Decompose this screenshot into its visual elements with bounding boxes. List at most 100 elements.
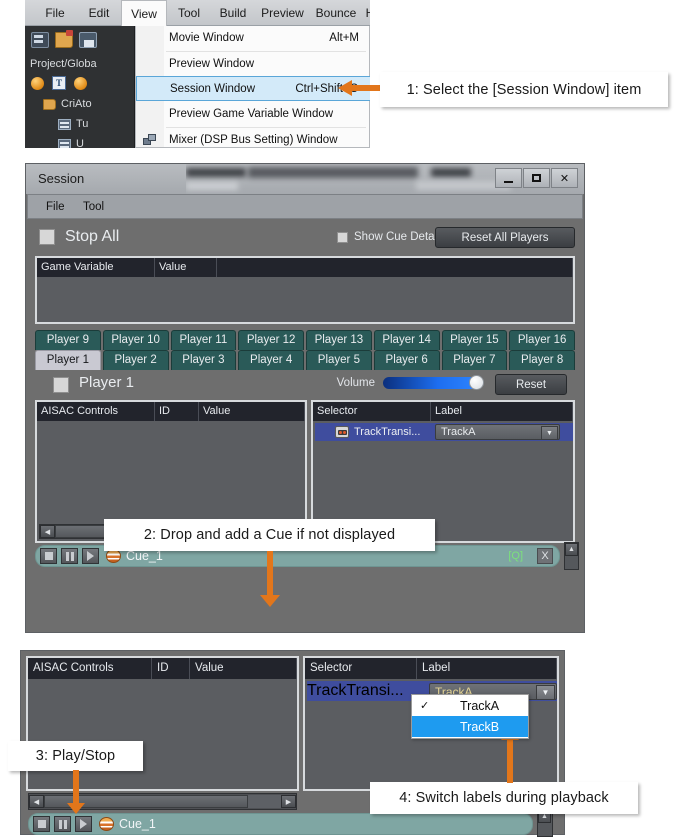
view-dropdown-menu[interactable]: Movie Window Alt+M Preview Window Sessio…: [135, 26, 370, 148]
menu-item-label: Preview Game Variable Window: [169, 108, 334, 120]
tab-player-12[interactable]: Player 12: [238, 330, 304, 350]
tab-player-16[interactable]: Player 16: [509, 330, 575, 350]
menu-build[interactable]: Build: [211, 0, 255, 26]
session-menu-file[interactable]: File: [46, 195, 65, 220]
editor-menubar[interactable]: File Edit View Tool Build Preview Bounce…: [25, 0, 370, 27]
open-folder-icon[interactable]: [55, 30, 73, 48]
label-dropdown-list[interactable]: ✓ TrackA TrackB: [411, 694, 529, 739]
menu-bounce[interactable]: Bounce: [310, 0, 362, 26]
menu-item-preview-game-variable-window[interactable]: Preview Game Variable Window: [136, 102, 370, 127]
chevron-down-icon[interactable]: ▼: [536, 685, 555, 700]
stop-all-control[interactable]: Stop All: [39, 228, 119, 246]
stop-all-checkbox[interactable]: [39, 229, 55, 245]
menu-item-movie-window[interactable]: Movie Window Alt+M: [136, 26, 370, 51]
column-value: Value: [190, 658, 297, 679]
menu-item-preview-window[interactable]: Preview Window: [136, 52, 370, 77]
selector-name: TrackTransi...: [307, 682, 404, 699]
table-row[interactable]: TrackTransi... TrackA ▼: [315, 423, 573, 441]
orange-sphere-icon-2[interactable]: [74, 76, 87, 90]
tree-item-u[interactable]: U: [58, 138, 84, 148]
scroll-up-icon[interactable]: ▲: [565, 543, 578, 556]
tab-player-15[interactable]: Player 15: [441, 330, 508, 350]
tab-player-5[interactable]: Player 5: [306, 350, 372, 370]
pause-button[interactable]: [54, 816, 71, 832]
scroll-right-icon[interactable]: ▶: [281, 795, 296, 808]
menu-tool[interactable]: Tool: [167, 0, 211, 26]
scroll-left-icon[interactable]: ◀: [40, 525, 55, 538]
session-toolbar: Stop All Show Cue Detail Reset All Playe…: [27, 221, 583, 254]
orange-sphere-icon[interactable]: [31, 76, 44, 90]
grid-icon: [58, 118, 71, 130]
game-variable-table[interactable]: Game Variable Value: [35, 256, 575, 324]
tab-player-9[interactable]: Player 9: [35, 330, 101, 350]
volume-slider-knob[interactable]: [469, 375, 484, 390]
callout-3-text: 3: Play/Stop: [35, 748, 116, 764]
volume-label: Volume: [336, 377, 375, 389]
player-tabs[interactable]: Player 9 Player 10 Player 11 Player 12 P…: [35, 330, 575, 370]
check-icon: ✓: [420, 700, 430, 712]
window-controls[interactable]: ✕: [495, 168, 578, 188]
aisac-table-header: AISAC Controls ID Value: [37, 402, 305, 421]
maximize-icon[interactable]: [523, 168, 550, 188]
dropdown-option-trackb[interactable]: TrackB: [412, 716, 528, 737]
tab-player-2[interactable]: Player 2: [102, 350, 169, 370]
close-icon[interactable]: ✕: [551, 168, 578, 188]
tab-player-4[interactable]: Player 4: [238, 350, 304, 370]
tab-player-14[interactable]: Player 14: [373, 330, 440, 350]
chevron-down-icon[interactable]: ▼: [541, 426, 558, 440]
tree-item-tu[interactable]: Tu: [58, 118, 88, 130]
menu-item-shortcut: Alt+M: [329, 32, 359, 44]
editor-icon-row[interactable]: T: [31, 76, 87, 90]
new-project-icon[interactable]: [31, 32, 49, 48]
cue-list-vertical-scrollbar[interactable]: ▲: [564, 542, 579, 570]
tab-player-10[interactable]: Player 10: [102, 330, 169, 350]
session-menu-tool[interactable]: Tool: [83, 195, 104, 220]
menu-view[interactable]: View: [121, 0, 167, 27]
show-cue-detail-control[interactable]: Show Cue Detail: [337, 231, 440, 243]
player-tabs-row-lower[interactable]: Player 1 Player 2 Player 3 Player 4 Play…: [35, 350, 575, 370]
bottom-cue-bar[interactable]: Cue_1: [28, 813, 533, 835]
tab-player-1[interactable]: Player 1: [35, 350, 101, 370]
minimize-icon[interactable]: [495, 168, 522, 188]
tab-player-7[interactable]: Player 7: [441, 350, 508, 370]
column-selector: Selector: [313, 402, 431, 421]
callout-1: 1: Select the [Session Window] item: [380, 72, 668, 107]
text-tool-icon[interactable]: T: [52, 76, 66, 90]
volume-slider[interactable]: [383, 375, 484, 390]
stop-button[interactable]: [33, 816, 50, 832]
scroll-left-icon[interactable]: ◀: [29, 795, 44, 808]
volume-control[interactable]: Volume: [336, 375, 484, 390]
stop-button[interactable]: [40, 548, 57, 564]
player-enable-checkbox[interactable]: [53, 377, 69, 393]
play-button[interactable]: [75, 816, 92, 832]
session-menubar[interactable]: File Tool: [27, 194, 583, 219]
cue-close-icon[interactable]: X: [537, 548, 553, 564]
menu-item-mixer-window[interactable]: Mixer (DSP Bus Setting) Window: [136, 128, 370, 148]
save-icon[interactable]: [79, 32, 97, 48]
tab-player-13[interactable]: Player 13: [306, 330, 372, 350]
menu-edit[interactable]: Edit: [77, 0, 121, 26]
tab-player-3[interactable]: Player 3: [170, 350, 237, 370]
label-combobox[interactable]: TrackA ▼: [435, 424, 560, 440]
player-tabs-row-upper[interactable]: Player 9 Player 10 Player 11 Player 12 P…: [35, 330, 575, 350]
menu-file[interactable]: File: [33, 0, 77, 26]
tab-player-8[interactable]: Player 8: [509, 350, 575, 370]
show-cue-detail-checkbox[interactable]: [337, 231, 348, 243]
menu-item-label: Session Window: [170, 83, 256, 95]
column-value: Value: [199, 402, 305, 421]
menu-item-label: Movie Window: [169, 32, 244, 44]
editor-toolbar[interactable]: [31, 30, 97, 48]
menu-preview[interactable]: Preview: [255, 0, 310, 26]
tab-player-6[interactable]: Player 6: [373, 350, 440, 370]
dropdown-option-tracka[interactable]: ✓ TrackA: [412, 695, 528, 716]
tab-player-11[interactable]: Player 11: [170, 330, 237, 350]
cue-icon: [106, 549, 121, 563]
player-reset-button[interactable]: Reset: [495, 374, 567, 395]
play-button[interactable]: [82, 548, 99, 564]
pause-button[interactable]: [61, 548, 78, 564]
folder-icon: [43, 98, 56, 110]
menu-item-session-window[interactable]: Session Window Ctrl+Shift+C: [136, 76, 370, 101]
tree-item-criatom[interactable]: CriAto: [43, 98, 92, 110]
reset-all-players-button[interactable]: Reset All Players: [435, 227, 575, 248]
menu-help[interactable]: H: [362, 0, 370, 26]
